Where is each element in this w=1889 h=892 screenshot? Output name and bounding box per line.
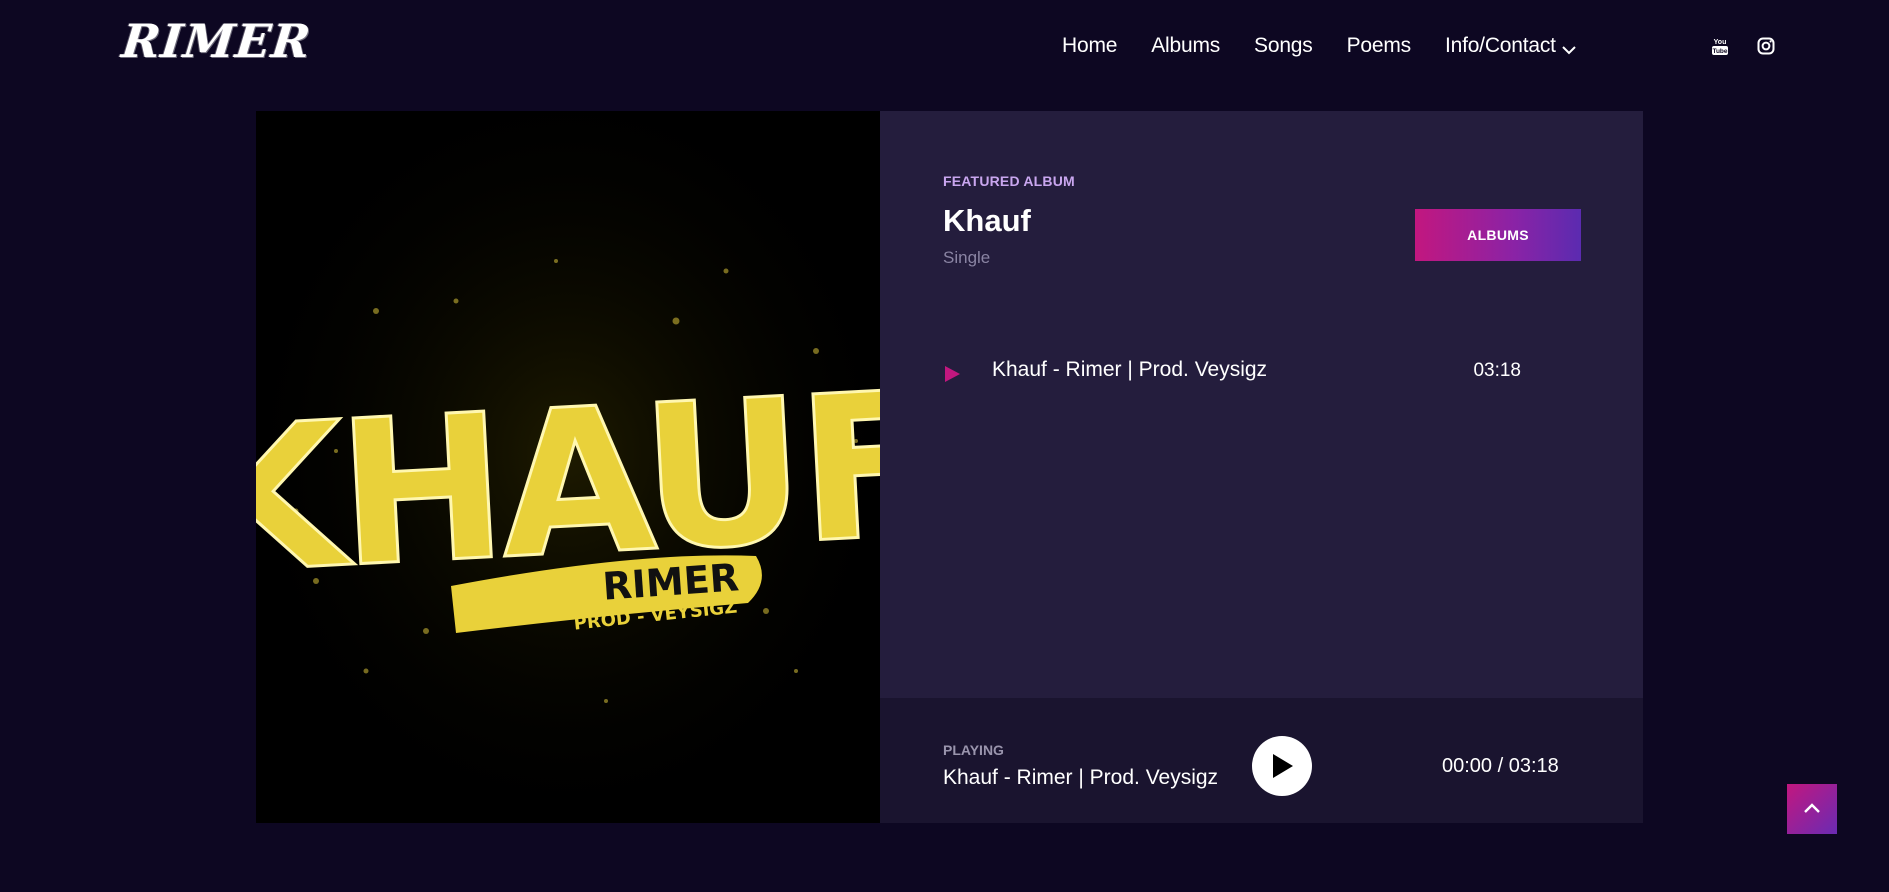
nav-poems[interactable]: Poems — [1346, 34, 1412, 58]
audio-player: PLAYING Khauf - Rimer | Prod. Veysigz 00… — [880, 698, 1643, 823]
chevron-up-icon — [1804, 803, 1820, 813]
track-duration: 03:18 — [1473, 360, 1521, 381]
site-header: RIMER Home Albums Songs Poems Info/Conta… — [0, 0, 1889, 96]
site-logo[interactable]: RIMER — [119, 14, 314, 68]
featured-album-card: KHAUF RIMER PROD - VEYSIGZ FEATURED ALBU… — [256, 111, 1643, 823]
social-links: You Tube — [1710, 36, 1776, 56]
chevron-down-icon — [1562, 39, 1576, 55]
instagram-icon[interactable] — [1756, 36, 1776, 56]
play-track-icon[interactable] — [943, 365, 961, 383]
play-icon — [1273, 754, 1293, 778]
nav-albums-label: Albums — [1151, 34, 1221, 57]
nav-home-label: Home — [1062, 34, 1118, 57]
nav-info-contact-label: Info/Contact — [1444, 34, 1556, 57]
track-row[interactable]: Khauf - Rimer | Prod. Veysigz 03:18 — [943, 358, 1553, 388]
album-cover: KHAUF RIMER PROD - VEYSIGZ — [256, 111, 880, 823]
nav-info-contact[interactable]: Info/Contact — [1445, 34, 1576, 58]
album-title: Khauf — [943, 203, 1031, 238]
album-info-panel: FEATURED ALBUM Khauf Single ALBUMS Khauf… — [880, 111, 1643, 698]
nav-poems-label: Poems — [1346, 34, 1412, 57]
now-playing-title: Khauf - Rimer | Prod. Veysigz — [943, 766, 1219, 789]
nav-albums[interactable]: Albums — [1151, 34, 1220, 58]
play-button[interactable] — [1252, 736, 1312, 796]
svg-text:Tube: Tube — [1712, 48, 1727, 55]
player-status-label: PLAYING — [943, 742, 1004, 758]
album-type: Single — [943, 248, 991, 267]
nav-songs[interactable]: Songs — [1254, 34, 1313, 58]
main-nav: Home Albums Songs Poems Info/Contact — [1062, 34, 1610, 58]
nav-home[interactable]: Home — [1062, 34, 1117, 58]
nav-songs-label: Songs — [1254, 34, 1313, 57]
scroll-to-top-button[interactable] — [1787, 784, 1837, 834]
featured-album-kicker: FEATURED ALBUM — [943, 173, 1075, 189]
player-time: 00:00 / 03:18 — [1442, 755, 1559, 777]
youtube-icon[interactable]: You Tube — [1710, 36, 1730, 56]
albums-button[interactable]: ALBUMS — [1415, 209, 1581, 261]
track-title[interactable]: Khauf - Rimer | Prod. Veysigz — [992, 358, 1267, 382]
svg-text:You: You — [1714, 39, 1727, 46]
album-cover-art: KHAUF RIMER PROD - VEYSIGZ — [256, 111, 880, 823]
